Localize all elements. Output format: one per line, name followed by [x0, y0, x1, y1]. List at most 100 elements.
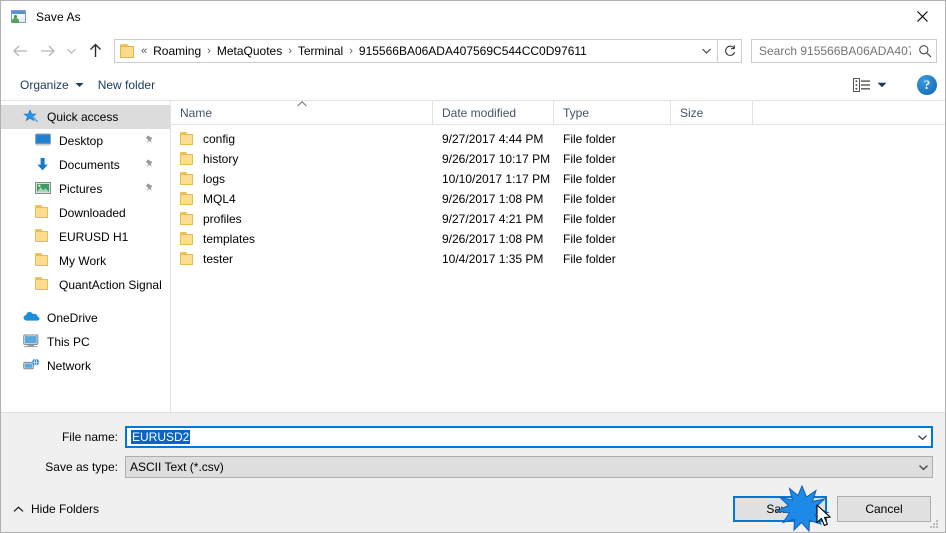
chevron-up-icon	[13, 505, 24, 512]
sidebar-item-desktop[interactable]: Desktop	[1, 129, 170, 153]
onedrive-icon	[23, 310, 41, 326]
sidebar-item-label: Documents	[59, 158, 120, 172]
column-header-label: Size	[680, 105, 704, 120]
pin-icon[interactable]	[144, 182, 156, 194]
sidebar-item-label: Downloaded	[59, 206, 126, 220]
new-folder-button[interactable]: New folder	[91, 74, 162, 96]
close-icon[interactable]	[899, 1, 945, 32]
breadcrumb-roaming[interactable]: Roaming	[148, 41, 206, 61]
resize-grip[interactable]	[929, 517, 941, 529]
file-name-value-wrap[interactable]: EURUSD2	[127, 430, 914, 444]
file-name-value: EURUSD2	[131, 430, 191, 444]
desktop-icon	[35, 133, 53, 149]
column-header-date-modified[interactable]: Date modified	[433, 101, 554, 124]
refresh-icon[interactable]	[718, 39, 742, 63]
search-input[interactable]	[752, 44, 914, 58]
sidebar-item-this-pc[interactable]: This PC	[1, 330, 170, 354]
list-view-icon	[853, 77, 870, 92]
chevron-down-icon[interactable]	[914, 434, 931, 441]
folder-icon	[180, 152, 196, 166]
address-dropdown-button[interactable]	[695, 40, 717, 62]
table-row[interactable]: tester 10/4/2017 1:35 PM File folder	[171, 249, 945, 269]
file-name-cell[interactable]: templates	[171, 232, 433, 246]
title-bar: Save As	[1, 1, 945, 32]
sidebar-item-label: Network	[47, 359, 92, 373]
file-name-cell[interactable]: history	[171, 152, 433, 166]
file-name: history	[203, 152, 239, 166]
organize-label: Organize	[20, 78, 69, 92]
column-header-name[interactable]: Name	[171, 101, 433, 124]
pin-icon[interactable]	[144, 134, 156, 146]
table-row[interactable]: logs 10/10/2017 1:17 PM File folder	[171, 169, 945, 189]
file-date: 9/27/2017 4:44 PM	[442, 132, 544, 146]
file-date: 10/4/2017 1:35 PM	[442, 252, 544, 266]
new-folder-label: New folder	[97, 78, 156, 92]
breadcrumb-metaquotes[interactable]: MetaQuotes	[212, 41, 287, 61]
table-row[interactable]: MQL4 9/26/2017 1:08 PM File folder	[171, 189, 945, 209]
window-title: Save As	[36, 9, 81, 24]
sidebar-item-my-work[interactable]: My Work	[1, 249, 170, 273]
folder-icon	[35, 253, 53, 269]
address-bar[interactable]: « Roaming › MetaQuotes › Terminal › 9155…	[114, 39, 718, 63]
file-name: MQL4	[203, 192, 236, 206]
save-as-type-row: Save as type: ASCII Text (*.csv)	[1, 456, 945, 478]
file-name: config	[203, 132, 236, 146]
table-row[interactable]: history 9/26/2017 10:17 PM File folder	[171, 149, 945, 169]
sidebar-item-label: EURUSD H1	[59, 230, 129, 244]
column-header-size[interactable]: Size	[671, 101, 753, 124]
sidebar-item-quantaction-signal[interactable]: QuantAction Signal	[1, 273, 170, 297]
breadcrumb-terminal[interactable]: Terminal	[293, 41, 348, 61]
file-name-cell[interactable]: profiles	[171, 212, 433, 226]
hide-folders-button[interactable]: Hide Folders	[13, 502, 99, 516]
forward-button[interactable]	[34, 38, 61, 65]
file-name-input[interactable]: EURUSD2	[125, 426, 933, 448]
column-header-type[interactable]: Type	[554, 101, 671, 124]
folder-icon	[180, 192, 196, 206]
save-button-label: Save	[766, 502, 794, 516]
sidebar-item-network[interactable]: Network	[1, 354, 170, 378]
save-as-type-value: ASCII Text (*.csv)	[130, 460, 224, 474]
sidebar-item-eurusd-h1[interactable]: EURUSD H1	[1, 225, 170, 249]
file-name-cell[interactable]: MQL4	[171, 192, 433, 206]
chevron-down-icon	[75, 83, 84, 87]
organize-button[interactable]: Organize	[13, 74, 91, 96]
table-row[interactable]: config 9/27/2017 4:44 PM File folder	[171, 129, 945, 149]
sidebar-item-label: OneDrive	[47, 311, 98, 325]
save-as-dialog: Save As « Roaming › MetaQuotes › Termina…	[0, 0, 946, 533]
save-as-type-label: Save as type:	[45, 460, 118, 474]
save-button[interactable]: Save	[733, 496, 827, 522]
help-label: ?	[923, 77, 931, 92]
save-as-type-select[interactable]: ASCII Text (*.csv)	[125, 456, 933, 478]
folder-icon	[35, 277, 53, 293]
sidebar-item-downloaded[interactable]: Downloaded	[1, 201, 170, 225]
search-box[interactable]	[751, 39, 937, 63]
table-row[interactable]: profiles 9/27/2017 4:21 PM File folder	[171, 209, 945, 229]
sidebar-item-documents[interactable]: Documents	[1, 153, 170, 177]
pictures-icon	[35, 181, 53, 197]
sidebar-item-pictures[interactable]: Pictures	[1, 177, 170, 201]
cancel-button-label: Cancel	[865, 502, 903, 516]
change-view-button[interactable]	[849, 75, 891, 96]
chevron-down-icon	[877, 82, 887, 88]
sidebar-item-quick-access[interactable]: Quick access	[1, 105, 170, 129]
sort-ascending-icon	[296, 101, 307, 107]
breadcrumb-terminal-id[interactable]: 915566BA06ADA407569C544CC0D97611	[354, 41, 592, 61]
file-name-cell[interactable]: tester	[171, 252, 433, 266]
sidebar-item-label: Quick access	[47, 110, 119, 124]
view-options: ?	[849, 75, 937, 96]
sidebar-item-onedrive[interactable]: OneDrive	[1, 306, 170, 330]
up-button[interactable]	[82, 38, 109, 65]
folder-icon	[180, 232, 196, 246]
file-name-cell[interactable]: config	[171, 132, 433, 146]
file-type: File folder	[563, 152, 616, 166]
table-row[interactable]: templates 9/26/2017 1:08 PM File folder	[171, 229, 945, 249]
chevron-down-icon	[701, 48, 711, 54]
chevron-down-icon[interactable]	[915, 464, 932, 471]
recent-locations-button[interactable]	[61, 38, 82, 65]
breadcrumb-overflow[interactable]: «	[140, 45, 148, 57]
cancel-button[interactable]: Cancel	[837, 496, 931, 522]
pin-icon[interactable]	[144, 158, 156, 170]
file-name-cell[interactable]: logs	[171, 172, 433, 186]
help-button[interactable]: ?	[917, 75, 937, 95]
back-button[interactable]	[7, 38, 34, 65]
